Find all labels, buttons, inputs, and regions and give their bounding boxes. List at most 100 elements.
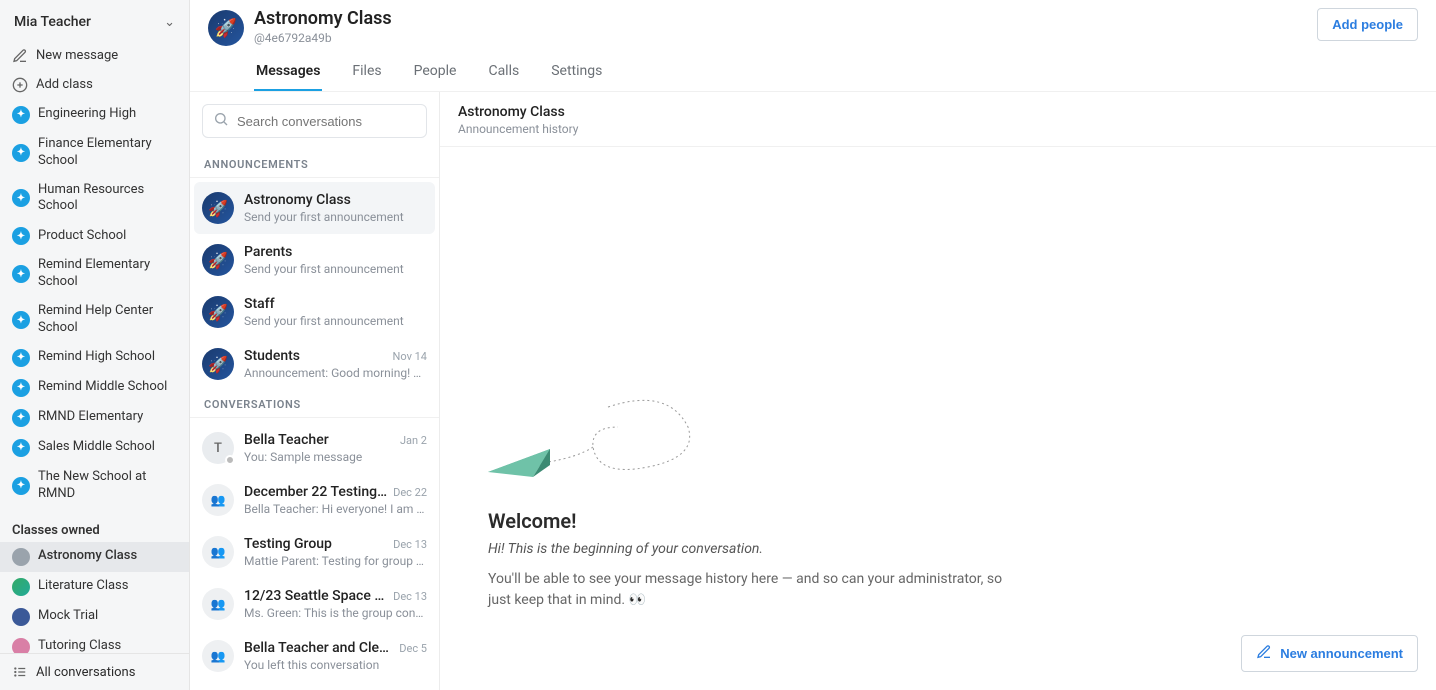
conv-title: Bella Teacher and Cleo Ad…: [244, 640, 393, 656]
school-icon: ✦: [12, 311, 30, 329]
conversation-item[interactable]: 👥 Testing Group Dec 13 Mattie Parent: Testi…: [190, 526, 439, 578]
sidebar-school[interactable]: ✦Engineering High: [0, 100, 189, 130]
tabs: Messages Files People Calls Settings: [254, 59, 1418, 91]
sidebar-school[interactable]: ✦The New School at RMND: [0, 463, 189, 509]
rocket-icon: 🚀: [202, 192, 234, 224]
sidebar-item-label: Mock Trial: [38, 608, 98, 625]
page-title: Astronomy Class: [254, 8, 1418, 29]
conv-date: Dec 13: [393, 590, 427, 603]
sidebar-item-label: Remind Help Center School: [38, 303, 177, 337]
all-conversations-label: All conversations: [36, 665, 135, 680]
announcement-item[interactable]: 🚀Astronomy ClassSend your first announce…: [194, 182, 435, 234]
sidebar-school[interactable]: ✦ RMND Elementary: [0, 403, 189, 433]
tab-messages[interactable]: Messages: [254, 59, 322, 91]
school-icon: ✦: [12, 379, 30, 397]
sidebar-school[interactable]: ✦Finance Elementary School: [0, 130, 189, 176]
sidebar-school[interactable]: ✦ Remind Elementary School: [0, 251, 189, 297]
search-icon: [213, 111, 229, 131]
sidebar-class[interactable]: Mock Trial: [0, 602, 189, 632]
conv-date: Jan 2: [400, 434, 427, 447]
sidebar-class[interactable]: Tutoring Class: [0, 632, 189, 653]
sidebar-class[interactable]: Literature Class: [0, 572, 189, 602]
add-people-button[interactable]: Add people: [1317, 8, 1418, 41]
conv-preview: Mattie Parent: Testing for group con…: [244, 554, 427, 568]
rocket-icon: 🚀: [202, 296, 234, 328]
search-input[interactable]: [237, 114, 416, 129]
sidebar-item-label: Remind High School: [38, 349, 155, 366]
sidebar-school[interactable]: ✦ Remind High School: [0, 343, 189, 373]
sidebar-school[interactable]: ✦Product School: [0, 221, 189, 251]
conv-title: Parents: [244, 244, 292, 260]
school-icon: ✦: [12, 144, 30, 162]
class-avatar: 🚀: [208, 10, 244, 46]
class-handle: @4e6792a49b: [254, 31, 1418, 45]
school-icon: ✦: [12, 477, 30, 495]
sidebar-school[interactable]: ✦Remind Middle School: [0, 373, 189, 403]
conv-title: December 22 Testing Gro…: [244, 484, 387, 500]
announcement-item[interactable]: 🚀 Staff Send your first announcement: [190, 286, 439, 338]
group-icon: 👥: [202, 484, 234, 516]
header: 🚀 Astronomy Class @4e6792a49b Messages Fi…: [190, 0, 1436, 92]
user-switcher[interactable]: Mia Teacher ⌄: [0, 0, 189, 42]
conv-preview: Announcement: Good morning! Plea…: [244, 366, 427, 380]
sidebar-item-label: Remind Elementary School: [38, 257, 177, 291]
conversation-item[interactable]: 👥12/23 Seattle Space NeedleDec 13Ms. Gre…: [190, 578, 439, 630]
group-icon: 👥: [202, 588, 234, 620]
welcome-heading: Welcome!: [488, 509, 576, 533]
welcome-intro: Hi! This is the beginning of your conver…: [488, 541, 763, 557]
add-class-button[interactable]: Add class: [0, 71, 189, 100]
chevron-down-icon: ⌄: [164, 15, 175, 30]
school-icon: ✦: [12, 265, 30, 283]
compose-icon: [12, 48, 28, 64]
sidebar-item-label: Tutoring Class: [38, 638, 121, 653]
new-announcement-button[interactable]: New announcement: [1241, 635, 1418, 672]
group-icon: 👥: [202, 536, 234, 568]
conversations-label: CONVERSATIONS: [190, 390, 439, 418]
sidebar-school[interactable]: ✦ Sales Middle School: [0, 433, 189, 463]
tab-settings[interactable]: Settings: [549, 59, 604, 91]
announcement-item[interactable]: 🚀 Parents Send your first announcement: [190, 234, 439, 286]
rocket-icon: 🚀: [202, 244, 234, 276]
conv-preview: Send your first announcement: [244, 262, 427, 276]
conv-title: 12/23 Seattle Space Needle: [244, 588, 387, 604]
sidebar-item-label: Literature Class: [38, 578, 128, 595]
tab-calls[interactable]: Calls: [486, 59, 521, 91]
conv-preview: Send your first announcement: [244, 314, 427, 328]
school-icon: ✦: [12, 409, 30, 427]
sidebar-item-label: Engineering High: [38, 106, 136, 123]
conv-date: Dec 5: [399, 642, 427, 655]
tab-files[interactable]: Files: [350, 59, 383, 91]
all-conversations-button[interactable]: All conversations: [0, 653, 189, 690]
tab-people[interactable]: People: [412, 59, 459, 91]
group-icon: 👥: [202, 640, 234, 672]
new-message-button[interactable]: New message: [0, 42, 189, 71]
sidebar-school[interactable]: ✦Human Resources School: [0, 176, 189, 222]
conv-date: Dec 13: [393, 538, 427, 551]
class-icon: [12, 548, 30, 566]
conv-title: Testing Group: [244, 536, 332, 552]
announcement-item[interactable]: 🚀StudentsNov 14Announcement: Good mornin…: [190, 338, 439, 390]
sidebar-item-label: RMND Elementary: [38, 409, 143, 426]
conversation-item[interactable]: 👥Bella Teacher and Cleo Ad…Dec 5You left…: [190, 630, 439, 682]
class-icon: [12, 638, 30, 653]
class-icon: [12, 608, 30, 626]
avatar: T: [202, 432, 234, 464]
search-conversations[interactable]: [202, 104, 427, 138]
sidebar-class[interactable]: Astronomy Class: [0, 542, 189, 572]
class-icon: [12, 578, 30, 596]
school-icon: ✦: [12, 349, 30, 367]
conversation-item[interactable]: TBella TeacherJan 2You: Sample message: [190, 422, 439, 474]
conversation-item[interactable]: 👥December 22 Testing Gro…Dec 22Bella Tea…: [190, 474, 439, 526]
announcements-label: ANNOUNCEMENTS: [190, 150, 439, 178]
sidebar-item-label: Astronomy Class: [38, 548, 137, 565]
main-subtitle: Announcement history: [458, 122, 1418, 136]
conv-date: Dec 22: [393, 486, 427, 499]
sidebar-school[interactable]: ✦ Remind Help Center School: [0, 297, 189, 343]
main-title: Astronomy Class: [458, 104, 1418, 120]
new-announcement-label: New announcement: [1280, 646, 1403, 661]
conv-title: Staff: [244, 296, 275, 312]
sidebar-item-label: Sales Middle School: [38, 439, 155, 456]
owned-label: Classes owned: [0, 509, 189, 542]
conv-title: Astronomy Class: [244, 192, 351, 208]
school-icon: ✦: [12, 439, 30, 457]
